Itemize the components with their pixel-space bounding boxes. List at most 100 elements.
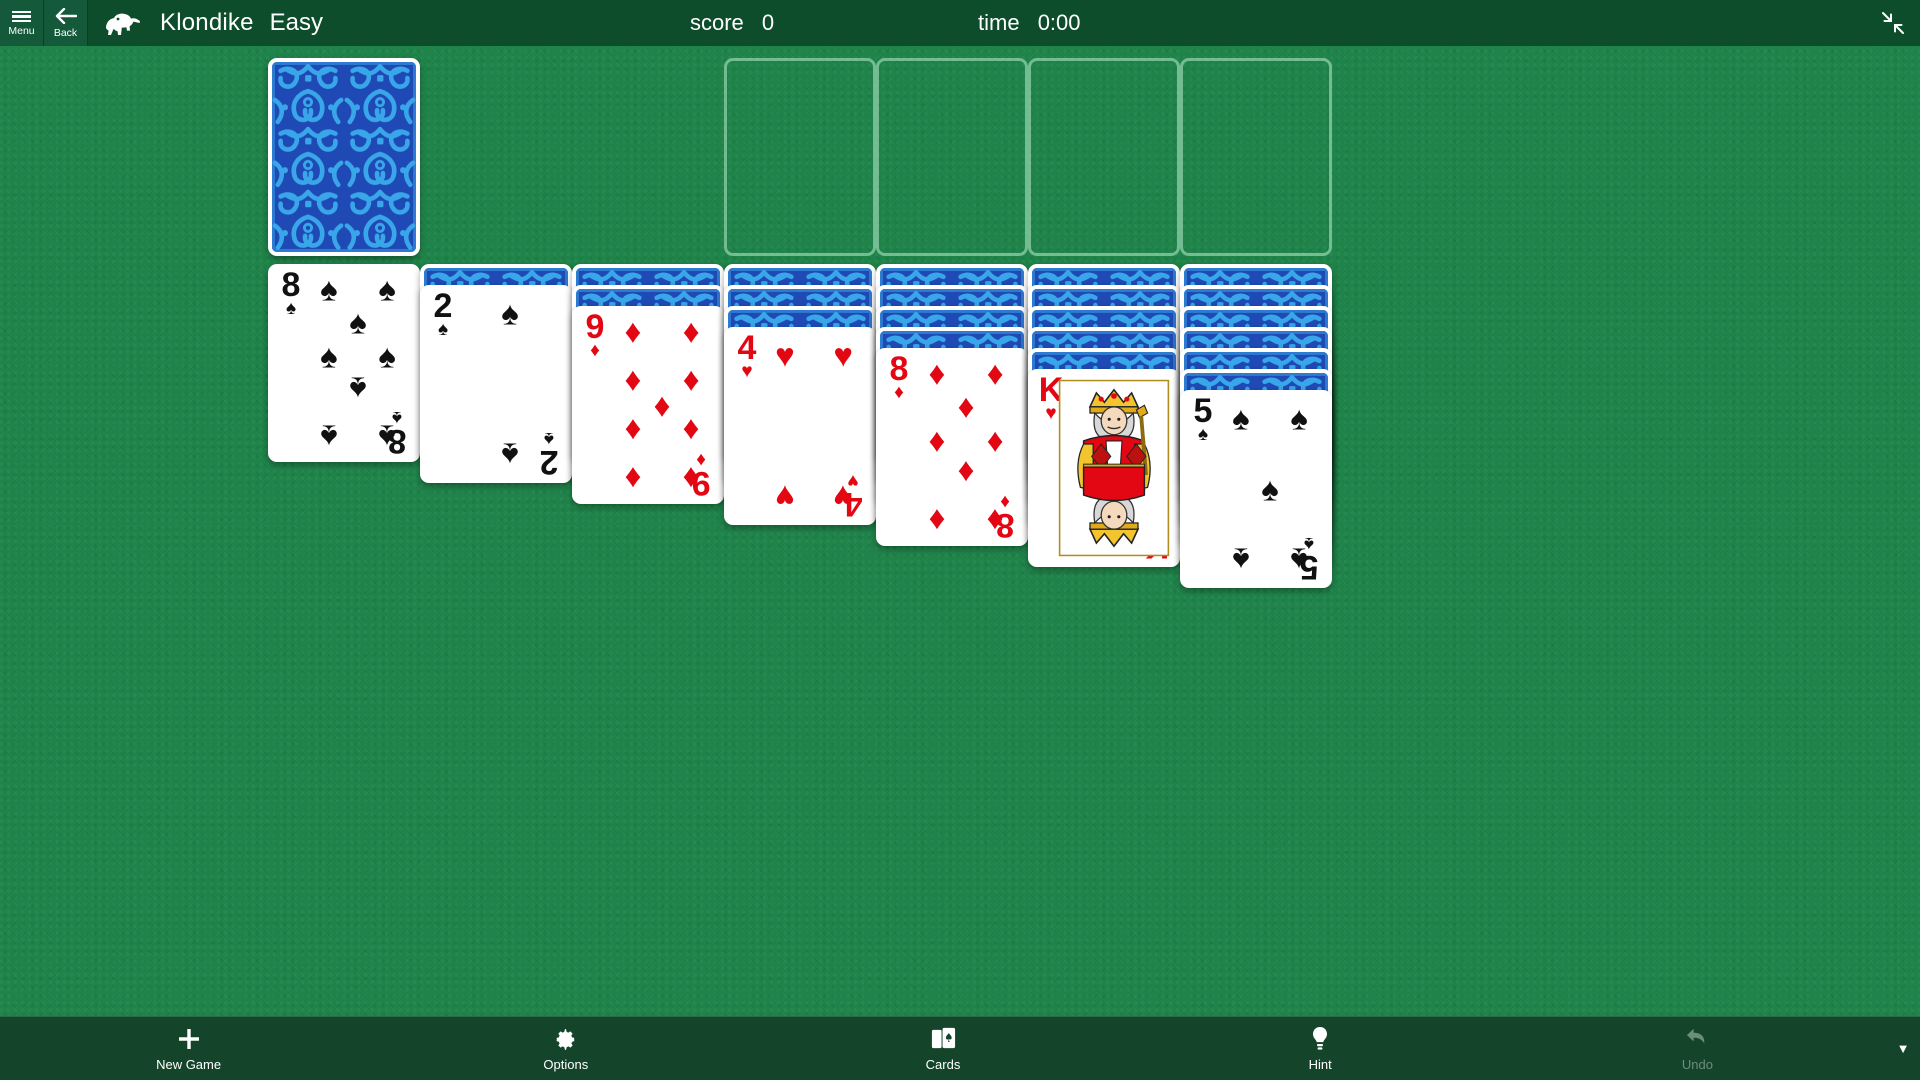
- foundation-1[interactable]: [724, 58, 876, 256]
- card-pip: ♥: [833, 336, 853, 374]
- card-pip: ♠: [501, 436, 519, 474]
- card-pip: ♥: [775, 336, 795, 374]
- time-label: time: [978, 10, 1020, 35]
- card-pip: ♦: [624, 312, 642, 350]
- card-pip: ♠: [320, 270, 338, 308]
- foundation-2[interactable]: [876, 58, 1028, 256]
- card-5-of-spades[interactable]: 5 ♠ 5 ♠ ♠ ♠ ♠ ♠ ♠: [1180, 390, 1332, 588]
- card-pip: ♦: [957, 454, 975, 492]
- card-pip: ♦: [624, 412, 642, 450]
- lightbulb-icon: [1308, 1026, 1332, 1052]
- card-pip: ♥: [833, 478, 853, 516]
- score-label: score: [690, 10, 744, 35]
- card-pip: ♠: [1261, 470, 1279, 508]
- stock-pile[interactable]: [268, 58, 420, 256]
- back-button-label: Back: [53, 26, 78, 39]
- card-pip: ♠: [320, 418, 338, 456]
- hint-label: Hint: [1308, 1056, 1332, 1072]
- exit-fullscreen-icon[interactable]: [1880, 10, 1906, 36]
- card-pip-area: ♠ ♠ ♠ ♠ ♠ ♠ ♠ ♠: [306, 270, 410, 456]
- undo-button[interactable]: Undo: [1509, 1017, 1886, 1080]
- card-pip: ♦: [986, 421, 1004, 459]
- card-pip: ♠: [1232, 399, 1250, 437]
- back-button[interactable]: Back: [44, 0, 88, 46]
- card-pip: ♦: [624, 360, 642, 398]
- card-pip: ♦: [986, 502, 1004, 540]
- new-game-label: New Game: [156, 1056, 222, 1072]
- card-pip: ♠: [378, 418, 396, 456]
- card-pip: ♠: [349, 303, 367, 341]
- undo-arrow-icon: [1684, 1026, 1711, 1052]
- plus-icon: [176, 1026, 202, 1052]
- card-9-of-diamonds[interactable]: 9 ♦ 9 ♦ ♦ ♦ ♦ ♦ ♦ ♦ ♦ ♦ ♦: [572, 306, 724, 504]
- time-display: time 0:00: [978, 10, 1081, 36]
- card-pip: ♦: [928, 421, 946, 459]
- score-value: 0: [761, 10, 775, 35]
- cards-label: Cards: [925, 1056, 961, 1072]
- options-label: Options: [543, 1056, 589, 1072]
- undo-label: Undo: [1681, 1056, 1713, 1072]
- card-corner-top-left: 8 ♠: [277, 266, 305, 318]
- card-2-of-spades[interactable]: 2 ♠ 2 ♠ ♠ ♠: [420, 285, 572, 483]
- card-rank: 8: [281, 266, 301, 304]
- card-4-of-hearts[interactable]: 4 ♥ 4 ♥ ♥ ♥ ♥ ♥: [724, 327, 876, 525]
- card-pip: ♠: [1290, 541, 1308, 579]
- options-button[interactable]: Options: [377, 1017, 754, 1080]
- card-pip-area: ♠ ♠: [458, 291, 562, 477]
- card-pip-area: ♥ ♥ ♥ ♥: [762, 333, 866, 519]
- card-pip: ♦: [928, 502, 946, 540]
- card-pip: ♠: [1232, 541, 1250, 579]
- cards-button[interactable]: Cards: [754, 1017, 1131, 1080]
- card-corner-top-left: 4 ♥: [733, 329, 761, 381]
- card-8-of-diamonds[interactable]: 8 ♦ 8 ♦ ♦ ♦ ♦ ♦ ♦ ♦ ♦ ♦: [876, 348, 1028, 546]
- card-corner-top-left: 8 ♦: [885, 350, 913, 402]
- card-pip: ♦: [682, 312, 700, 350]
- card-pip: ♦: [928, 354, 946, 392]
- card-pip: ♦: [624, 460, 642, 498]
- card-pip-area: ♠ ♠ ♠ ♠ ♠: [1218, 396, 1322, 582]
- bottom-app-bar: New Game Options Cards Hint Undo ▼: [0, 1016, 1920, 1080]
- chevron-down-icon[interactable]: ▼: [1886, 1017, 1920, 1080]
- card-8-of-spades[interactable]: 8 ♠ 8 ♠ ♠ ♠ ♠ ♠ ♠ ♠ ♠ ♠: [268, 264, 420, 462]
- polar-bear-icon: [102, 10, 148, 36]
- card-corner-top-left: 2 ♠: [429, 287, 457, 339]
- game-table: 8 ♠ 8 ♠ ♠ ♠ ♠ ♠ ♠ ♠ ♠ ♠ 2 ♠ 2 ♠ ♠ ♠ 9 ♦ …: [0, 46, 1920, 1016]
- menu-button-label: Menu: [8, 25, 35, 38]
- arrow-left-icon: [55, 7, 77, 26]
- menu-button[interactable]: Menu: [0, 0, 44, 46]
- card-corner-top-left: 5 ♠: [1189, 392, 1217, 444]
- foundation-3[interactable]: [1028, 58, 1180, 256]
- card-pip: ♦: [682, 412, 700, 450]
- card-pip-area: ♦ ♦ ♦ ♦ ♦ ♦ ♦ ♦: [914, 354, 1018, 540]
- card-corner-top-left: 9 ♦: [581, 308, 609, 360]
- card-pip: ♠: [501, 294, 519, 332]
- new-game-button[interactable]: New Game: [0, 1017, 377, 1080]
- card-pip-area: ♦ ♦ ♦ ♦ ♦ ♦ ♦ ♦ ♦: [610, 312, 714, 498]
- card-rank: 9: [585, 308, 605, 346]
- card-k-of-hearts[interactable]: K ♥ K ♥: [1028, 369, 1180, 567]
- hamburger-icon: [12, 9, 31, 25]
- card-pip: ♥: [775, 478, 795, 516]
- card-pip: ♦: [653, 386, 671, 424]
- cards-icon: [930, 1026, 957, 1052]
- card-pip: ♠: [320, 337, 338, 375]
- card-pip: ♠: [378, 270, 396, 308]
- hint-button[interactable]: Hint: [1132, 1017, 1509, 1080]
- page-title: Klondike: [160, 9, 254, 36]
- court-illustration: [1058, 379, 1170, 557]
- card-pip: ♦: [682, 460, 700, 498]
- card-pip: ♦: [986, 354, 1004, 392]
- card-pip: ♠: [378, 337, 396, 375]
- card-pip: ♦: [682, 360, 700, 398]
- score-display: score 0: [690, 10, 774, 36]
- card-pip: ♦: [957, 387, 975, 425]
- card-rank: 4: [737, 329, 757, 367]
- gear-icon: [553, 1026, 578, 1052]
- card-rank: 8: [889, 350, 909, 388]
- time-value: 0:00: [1037, 10, 1081, 35]
- difficulty-label: Easy: [269, 9, 324, 36]
- foundation-4[interactable]: [1180, 58, 1332, 256]
- card-rank: 2: [433, 287, 453, 325]
- card-pip: ♠: [1290, 399, 1308, 437]
- card-rank: 5: [1193, 392, 1213, 430]
